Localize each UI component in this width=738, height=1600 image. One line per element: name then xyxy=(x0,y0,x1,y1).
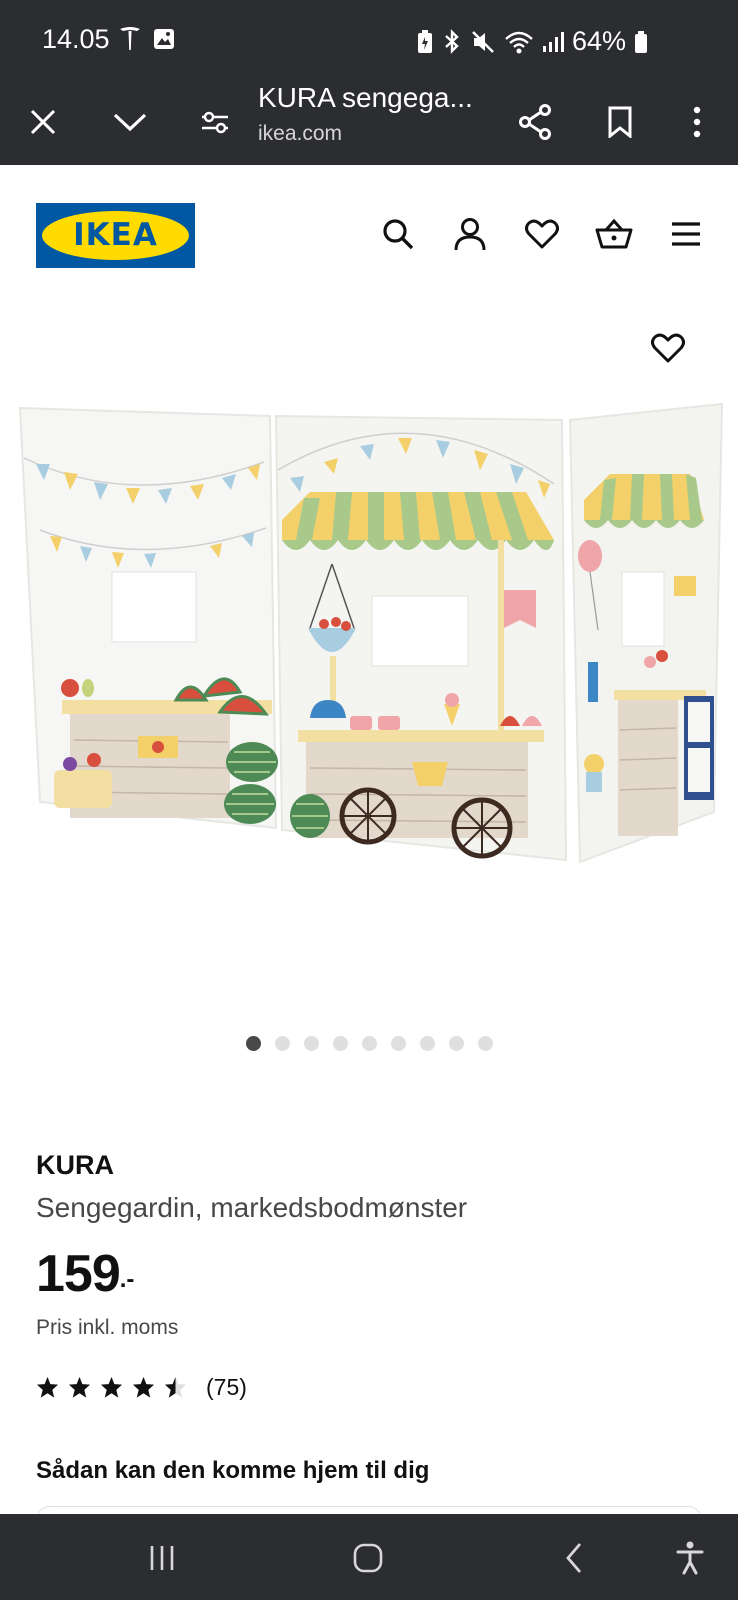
star-icon xyxy=(132,1376,155,1398)
favourites-icon xyxy=(525,219,559,249)
image-carousel-indicator[interactable] xyxy=(246,1036,493,1051)
account-button[interactable] xyxy=(450,214,490,254)
recent-apps-icon xyxy=(150,1546,174,1570)
product-price-suffix: .- xyxy=(119,1266,135,1293)
carousel-dot[interactable] xyxy=(449,1036,464,1051)
favourites-button[interactable] xyxy=(522,214,562,254)
battery-saver-icon xyxy=(417,29,432,53)
product-image[interactable] xyxy=(14,400,726,890)
signal-icon xyxy=(542,31,564,52)
heart-icon xyxy=(651,333,685,363)
bookmark-button[interactable] xyxy=(596,98,644,146)
battery-level: 64% xyxy=(571,26,626,56)
share-button[interactable] xyxy=(511,98,559,146)
star-icon xyxy=(36,1376,59,1398)
carousel-dot[interactable] xyxy=(478,1036,493,1051)
ikea-logo[interactable]: IKEA xyxy=(36,203,195,268)
account-icon xyxy=(454,218,486,251)
battery-icon xyxy=(635,30,647,53)
more-icon xyxy=(693,106,701,138)
site-settings-icon xyxy=(202,111,228,134)
back-icon xyxy=(566,1543,582,1573)
carousel-dot[interactable] xyxy=(304,1036,319,1051)
product-description: Sengegardin, markedsbodmønster xyxy=(36,1192,468,1223)
rating-stars[interactable] xyxy=(36,1376,187,1399)
vat-note: Pris inkl. moms xyxy=(36,1316,179,1339)
review-count[interactable]: (75) xyxy=(206,1374,247,1401)
star-icon xyxy=(100,1376,123,1398)
status-time: 14.05 xyxy=(42,24,110,54)
bluetooth-icon xyxy=(445,28,459,54)
mute-icon xyxy=(472,30,494,53)
page-url: ikea.com xyxy=(258,122,343,145)
search-icon xyxy=(383,219,414,250)
page-title: KURA sengega... xyxy=(258,82,473,113)
system-navigation-bar xyxy=(0,1514,738,1600)
add-to-favourites-button[interactable] xyxy=(646,328,690,368)
browser-toolbar: KURA sengega... ikea.com xyxy=(0,80,738,165)
home-icon xyxy=(353,1543,383,1573)
home-button[interactable] xyxy=(346,1536,390,1580)
accessibility-icon xyxy=(676,1541,704,1575)
search-button[interactable] xyxy=(378,214,418,254)
menu-icon xyxy=(672,222,700,246)
basket-icon xyxy=(595,218,633,249)
status-bar: 14.05 64% xyxy=(0,0,738,80)
delivery-heading: Sådan kan den komme hjem til dig xyxy=(36,1457,430,1484)
accessibility-button[interactable] xyxy=(668,1536,712,1580)
basket-button[interactable] xyxy=(594,214,634,254)
close-icon xyxy=(30,109,56,135)
carousel-dot[interactable] xyxy=(333,1036,348,1051)
star-icon xyxy=(164,1376,187,1398)
close-tab-button[interactable] xyxy=(19,98,67,146)
bookmark-icon xyxy=(608,106,632,138)
menu-button[interactable] xyxy=(666,214,706,254)
product-name: KURA xyxy=(36,1150,114,1180)
recent-apps-button[interactable] xyxy=(140,1536,184,1580)
wifi-icon xyxy=(505,31,533,53)
minimize-button[interactable] xyxy=(106,98,154,146)
carousel-dot[interactable] xyxy=(420,1036,435,1051)
star-icon xyxy=(68,1376,91,1398)
carousel-dot[interactable] xyxy=(362,1036,377,1051)
image-icon xyxy=(154,29,174,49)
tesla-icon xyxy=(120,27,140,50)
product-price: 159 xyxy=(36,1245,121,1303)
carousel-dot[interactable] xyxy=(275,1036,290,1051)
site-settings-button[interactable] xyxy=(191,98,239,146)
share-icon xyxy=(519,104,551,140)
back-button[interactable] xyxy=(552,1536,596,1580)
carousel-dot[interactable] xyxy=(246,1036,261,1051)
chevron-down-icon xyxy=(113,113,147,132)
carousel-dot[interactable] xyxy=(391,1036,406,1051)
more-options-button[interactable] xyxy=(673,98,721,146)
